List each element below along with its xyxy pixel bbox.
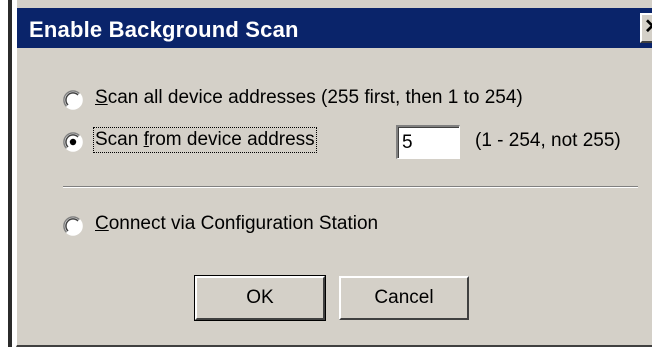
background-window-border (8, 0, 12, 347)
radio-scan-from[interactable] (63, 132, 83, 152)
cancel-button[interactable]: Cancel (339, 276, 469, 320)
radio-config-station[interactable] (63, 216, 83, 236)
dialog-titlebar[interactable]: Enable Background Scan ✕ (17, 8, 652, 48)
device-address-input[interactable] (396, 125, 460, 159)
close-button[interactable]: ✕ (640, 13, 652, 43)
address-range-hint: (1 - 254, not 255) (475, 130, 621, 151)
separator (63, 186, 638, 188)
radio-selected-dot (69, 138, 77, 146)
option-scan-all-label: Scan all device addresses (255 first, th… (95, 87, 523, 108)
background-window-edge (0, 0, 16, 347)
option-config-station-label: Connect via Configuration Station (95, 213, 379, 234)
radio-scan-all[interactable] (63, 90, 83, 110)
option-scan-from-label: Scan from device address (93, 127, 317, 153)
ok-button[interactable]: OK (194, 275, 326, 321)
enable-background-scan-dialog: Enable Background Scan ✕ Scan all device… (16, 0, 652, 347)
close-icon: ✕ (644, 16, 652, 38)
dialog-title: Enable Background Scan (29, 17, 299, 42)
